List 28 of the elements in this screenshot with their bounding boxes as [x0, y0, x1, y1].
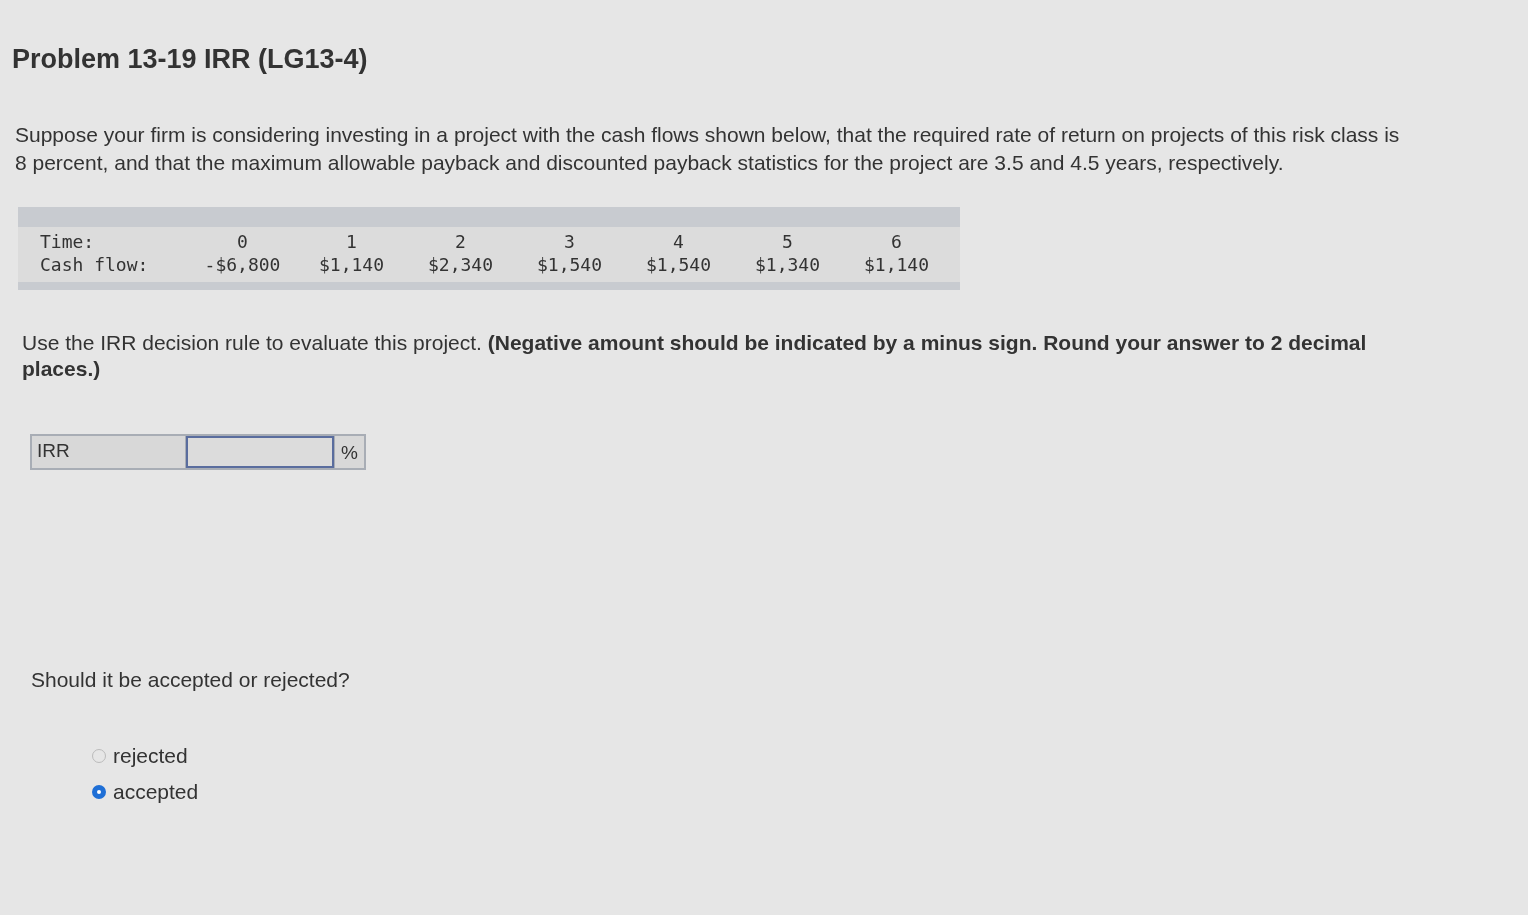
- option-label: rejected: [113, 744, 188, 768]
- table-cell-text: 6: [890, 230, 903, 253]
- table-cell-text: $1,340: [754, 253, 821, 276]
- row-label: Cash flow:: [39, 253, 150, 276]
- radio-option[interactable]: rejected: [92, 744, 1516, 768]
- answer-field[interactable]: [186, 436, 334, 468]
- table-cell-text: 0: [236, 230, 249, 253]
- radio-option[interactable]: accepted: [92, 780, 1516, 804]
- table-cell-text: 4: [672, 230, 685, 253]
- table-cell-text: $2,340: [427, 253, 494, 276]
- table-cell-text: $1,540: [536, 253, 603, 276]
- table-cell-text: $1,140: [863, 253, 930, 276]
- problem-title: Problem 13-19 IRR (LG13-4): [12, 44, 369, 75]
- unit-label: %: [334, 436, 364, 468]
- option-label: accepted: [113, 780, 199, 804]
- table-cell-text: $1,140: [318, 253, 385, 276]
- table-cell-text: 3: [563, 230, 576, 253]
- row-label: Time:: [39, 230, 96, 253]
- question-text: Should it be accepted or rejected?: [31, 668, 351, 692]
- radio-icon[interactable]: [92, 749, 106, 763]
- table-cell-text: 1: [345, 230, 358, 253]
- table-cell-text: $1,540: [645, 253, 712, 276]
- table-cell-text: 2: [454, 230, 467, 253]
- table-cell-text: 5: [781, 230, 794, 253]
- instruction-text: Use the IRR decision rule to evaluate this project. (Negative amount should be indicated by a minus sign. Round your answer to 2 decimal places.): [22, 330, 1368, 382]
- table-cell-text: -$6,800: [203, 253, 282, 276]
- problem-text: Suppose your firm is considering investing in a project with the cash flows shown below, that the required rate of return on projects of this risk class is 8 percent, and that the maximum allowable payback and discounted payback statistics for the project are 3.5 and 4.5 years, respectively.: [15, 122, 1401, 176]
- radio-icon[interactable]: [92, 785, 106, 799]
